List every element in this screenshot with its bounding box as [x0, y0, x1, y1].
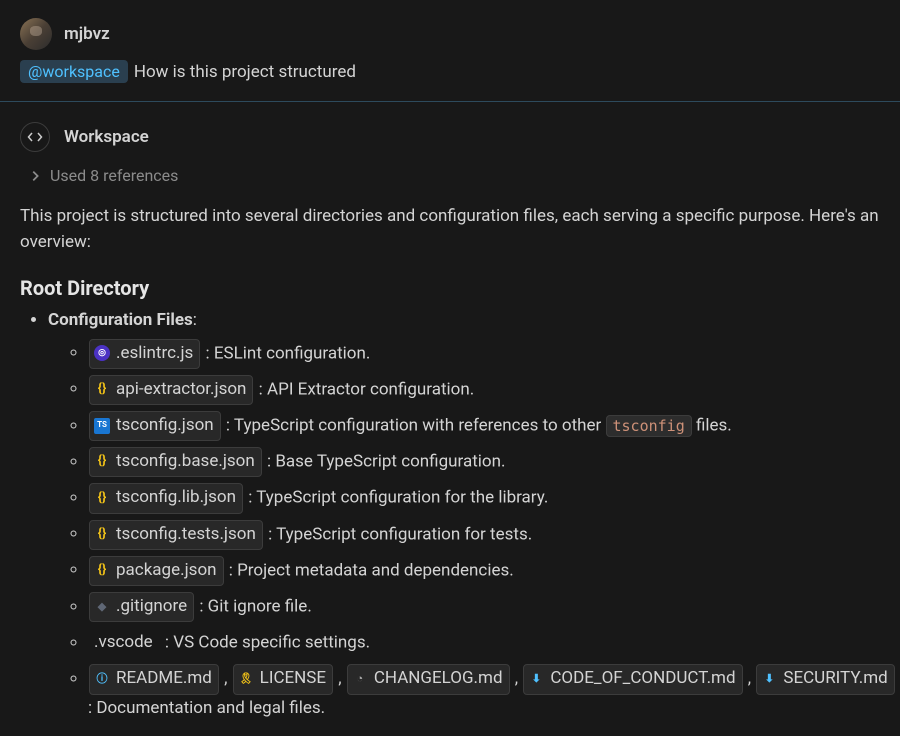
clock-icon: ◔ [352, 671, 368, 687]
info-icon: ⓘ [94, 671, 110, 687]
user-header: mjbvz [0, 0, 900, 56]
list-item: .vscode : VS Code specific settings. [88, 625, 900, 661]
file-desc: : TypeScript configuration with referenc… [226, 416, 606, 436]
json-icon: {} [94, 490, 110, 506]
download-icon: ⬇ [528, 671, 544, 687]
group-label: Configuration Files [48, 310, 193, 330]
file-chip-tstests[interactable]: {} tsconfig.tests.json [89, 520, 263, 550]
list-item: {} tsconfig.lib.json : TypeScript config… [88, 480, 900, 516]
json-icon: {} [94, 562, 110, 578]
file-chip-license[interactable]: 🎗 LICENSE [233, 664, 333, 694]
file-desc: : ESLint configuration. [206, 343, 371, 363]
list-item: ◆ .gitignore : Git ignore file. [88, 589, 900, 625]
list-item: ⓘ README.md , 🎗 LICENSE , ◔ CHANGELOG.md… [88, 661, 900, 724]
list-item: {} api-extractor.json : API Extractor co… [88, 372, 900, 408]
list-item: {} tsconfig.tests.json : TypeScript conf… [88, 517, 900, 553]
section-heading: Root Directory [0, 274, 900, 310]
git-icon: ◆ [94, 599, 110, 615]
typescript-icon: TS [94, 418, 110, 434]
file-chip-package[interactable]: {} package.json [89, 556, 224, 586]
user-avatar [20, 18, 52, 50]
code-icon [20, 122, 50, 152]
user-message: @workspace How is this project structure… [0, 56, 900, 101]
references-toggle[interactable]: Used 8 references [0, 162, 900, 203]
file-chip-changelog[interactable]: ◔ CHANGELOG.md [347, 664, 510, 694]
file-desc: : Documentation and legal files. [88, 698, 325, 718]
file-chip-security[interactable]: ⬇ SECURITY.md [756, 664, 894, 694]
file-chip-gitignore[interactable]: ◆ .gitignore [89, 592, 194, 622]
list-item: ◎ .eslintrc.js : ESLint configuration. [88, 336, 900, 372]
file-chip-vscode[interactable]: .vscode [89, 628, 160, 658]
workspace-mention-chip[interactable]: @workspace [20, 60, 128, 83]
file-chip-apiextractor[interactable]: {} api-extractor.json [89, 375, 253, 405]
eslint-icon: ◎ [94, 345, 110, 361]
user-name: mjbvz [64, 24, 110, 44]
references-label: Used 8 references [50, 166, 178, 185]
root-list: Configuration Files: ◎ .eslintrc.js : ES… [0, 310, 900, 729]
file-desc: : TypeScript configuration for tests. [268, 524, 532, 544]
json-icon: {} [94, 454, 110, 470]
agent-intro-text: This project is structured into several … [0, 203, 900, 274]
file-desc: : Project metadata and dependencies. [229, 560, 514, 580]
file-chip-tslib[interactable]: {} tsconfig.lib.json [89, 483, 243, 513]
config-files-list: ◎ .eslintrc.js : ESLint configuration. {… [48, 330, 900, 725]
file-chip-tsbase[interactable]: {} tsconfig.base.json [89, 447, 262, 477]
file-desc: : Base TypeScript configuration. [267, 452, 505, 472]
agent-name: Workspace [64, 127, 149, 147]
inline-code: tsconfig [606, 415, 692, 437]
list-item: TS tsconfig.json : TypeScript configurat… [88, 408, 900, 444]
file-chip-eslintrc[interactable]: ◎ .eslintrc.js [89, 339, 200, 369]
file-chip-coc[interactable]: ⬇ CODE_OF_CONDUCT.md [523, 664, 742, 694]
json-icon: {} [94, 381, 110, 397]
config-files-group: Configuration Files: ◎ .eslintrc.js : ES… [48, 310, 900, 729]
file-desc: : VS Code specific settings. [165, 633, 370, 653]
agent-header: Workspace [0, 102, 900, 162]
list-item: {} package.json : Project metadata and d… [88, 553, 900, 589]
json-icon: {} [94, 526, 110, 542]
file-chip-tsconfig[interactable]: TS tsconfig.json [89, 411, 221, 441]
list-item: {} tsconfig.base.json : Base TypeScript … [88, 444, 900, 480]
download-icon: ⬇ [761, 671, 777, 687]
file-desc: : TypeScript configuration for the libra… [248, 488, 548, 508]
user-message-text: How is this project structured [134, 62, 356, 82]
file-desc: : Git ignore file. [199, 597, 311, 617]
file-desc: : API Extractor configuration. [259, 379, 475, 399]
license-icon: 🎗 [238, 671, 254, 687]
chevron-right-icon [28, 169, 42, 183]
file-chip-readme[interactable]: ⓘ README.md [89, 664, 219, 694]
